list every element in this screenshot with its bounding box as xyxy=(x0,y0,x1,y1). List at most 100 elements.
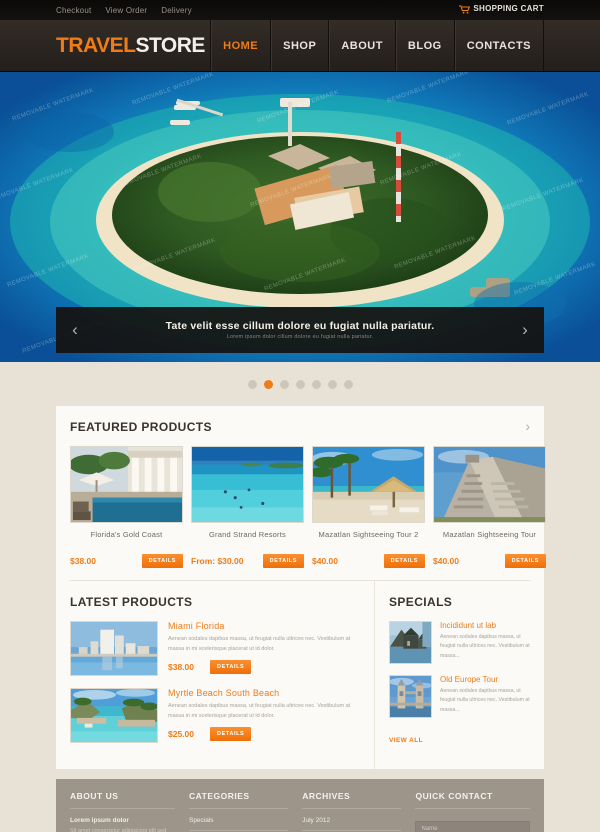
product-price: From: $30.00 xyxy=(191,556,244,566)
special-description: Aenean sodales dapibus massa, ut feugiat… xyxy=(440,634,530,659)
topbar-link-checkout[interactable]: Checkout xyxy=(56,6,91,15)
latest-products-title: LATEST PRODUCTS xyxy=(70,595,193,609)
slider-pagination xyxy=(0,362,600,406)
specials-section: SPECIALS Incididunt ut lab Aenean sodale… xyxy=(374,581,544,769)
latest-product-body: Myrtle Beach South Beach Aenean sodales … xyxy=(168,688,360,743)
product-name: Mazatlan Sightseeing Tour 2 xyxy=(318,530,419,539)
product-name: Florida's Gold Coast xyxy=(90,530,163,539)
latest-product-description: Aenean sodales dapibus massa, ut feugiat… xyxy=(168,636,351,652)
nav-item-blog[interactable]: BLOG xyxy=(394,20,454,71)
footer-archive-item[interactable]: July 2012 xyxy=(302,817,402,831)
footer-contact-title: QUICK CONTACT xyxy=(415,791,530,809)
slider-dot-6[interactable] xyxy=(327,379,337,389)
product-footer: From: $30.00 DETAILS xyxy=(191,554,304,568)
hero-caption-subtitle: Lorem ipsum dolor cillum dolore eu fugia… xyxy=(226,334,374,340)
special-item[interactable]: Incididunt ut lab Aenean sodales dapibus… xyxy=(389,621,530,664)
featured-products-section: FEATURED PRODUCTS › Florida's Gold Coast… xyxy=(56,406,546,580)
latest-product-price: $38.00 xyxy=(168,662,194,673)
site-logo[interactable]: TRAVELSTORE xyxy=(56,34,205,58)
footer-archives-title: ARCHIVES xyxy=(302,791,402,809)
footer-about-lead: Lorem ipsum dolor xyxy=(70,817,129,824)
logo-part-travel: TRAVEL xyxy=(56,33,136,57)
specials-title: SPECIALS xyxy=(389,595,453,609)
topbar-link-view-order[interactable]: View Order xyxy=(105,6,147,15)
main-navigation: HOME SHOP ABOUT BLOG CONTACTS xyxy=(210,20,544,71)
shopping-cart-icon xyxy=(459,4,471,14)
footer-category-item[interactable]: Specials xyxy=(188,817,289,831)
product-card[interactable]: Mazatlan Sightseeing Tour 2 $40.00 DETAI… xyxy=(312,446,425,568)
product-details-button[interactable]: DETAILS xyxy=(504,554,546,568)
latest-product-item[interactable]: Miami Florida Aenean sodales dapibus mas… xyxy=(70,621,360,676)
special-name[interactable]: Incididunt ut lab xyxy=(440,621,530,630)
hero-slider: REMOVABLE WATERMARK REMOVABLE WATERMARK … xyxy=(0,72,600,362)
slider-dot-7[interactable] xyxy=(343,379,353,389)
slider-dot-4[interactable] xyxy=(295,379,305,389)
footer-about-text: Sit amet consectetur adipisicing elit se… xyxy=(70,828,167,832)
slider-next-button[interactable]: › xyxy=(508,307,542,353)
product-card[interactable]: Grand Strand Resorts From: $30.00 DETAIL… xyxy=(191,446,304,568)
product-price: $40.00 xyxy=(433,556,459,566)
footer-about-title: ABOUT US xyxy=(70,791,175,809)
special-name[interactable]: Old Europe Tour xyxy=(440,675,530,684)
product-thumbnail-turquoise-water xyxy=(191,446,304,523)
latest-product-details-button[interactable]: DETAILS xyxy=(210,660,252,675)
topbar-link-delivery[interactable]: Delivery xyxy=(161,6,192,15)
shopping-cart-button[interactable]: SHOPPING CART xyxy=(459,4,544,14)
nav-item-contacts[interactable]: CONTACTS xyxy=(453,20,544,71)
special-body: Old Europe Tour Aenean sodales dapibus m… xyxy=(440,675,530,718)
hero-caption-text: Tate velit esse cillum dolore eu fugiat … xyxy=(126,320,475,340)
featured-products-title: FEATURED PRODUCTS xyxy=(70,420,212,434)
special-description: Aenean sodales dapibus massa, ut feugiat… xyxy=(440,688,530,713)
footer-column-quick-contact: QUICK CONTACT xyxy=(415,791,530,832)
slider-dot-2[interactable] xyxy=(263,379,273,389)
content-wrapper: FEATURED PRODUCTS › Florida's Gold Coast… xyxy=(56,406,546,769)
slider-dot-1[interactable] xyxy=(247,379,257,389)
hero-caption-title: Tate velit esse cillum dolore eu fugiat … xyxy=(165,320,435,332)
latest-product-price: $25.00 xyxy=(168,729,194,740)
product-details-button[interactable]: DETAILS xyxy=(262,554,304,568)
contact-name-input[interactable] xyxy=(415,821,530,832)
slider-dot-5[interactable] xyxy=(311,379,321,389)
latest-product-item[interactable]: Myrtle Beach South Beach Aenean sodales … xyxy=(70,688,360,743)
footer-categories-title: CATEGORIES xyxy=(188,791,289,809)
latest-thumbnail-rocky-beach-cove xyxy=(70,688,158,743)
shopping-cart-label: SHOPPING CART xyxy=(473,4,544,13)
latest-product-description: Aenean sodales dapibus massa, ut feugiat… xyxy=(168,703,351,719)
latest-product-body: Miami Florida Aenean sodales dapibus mas… xyxy=(168,621,360,676)
product-price: $40.00 xyxy=(312,556,338,566)
product-price: $38.00 xyxy=(70,556,96,566)
nav-item-shop[interactable]: SHOP xyxy=(270,20,328,71)
slider-prev-button[interactable]: ‹ xyxy=(58,307,92,353)
product-thumbnail-resort-pool xyxy=(70,446,183,523)
product-name: Grand Strand Resorts xyxy=(209,530,286,539)
product-card[interactable]: Florida's Gold Coast $38.00 DETAILS xyxy=(70,446,183,568)
footer-column-about: ABOUT US Lorem ipsum dolor Sit amet cons… xyxy=(70,791,189,832)
special-thumbnail-lake-castle xyxy=(389,621,432,664)
specials-view-all-link[interactable]: VIEW ALL xyxy=(389,737,423,744)
content-panel: FEATURED PRODUCTS › Florida's Gold Coast… xyxy=(56,406,546,769)
product-card[interactable]: Mazatlan Sightseeing Tour $40.00 DETAILS xyxy=(433,446,546,568)
latest-product-footer: $38.00 DETAILS xyxy=(168,660,360,675)
top-bar-links: Checkout View Order Delivery xyxy=(56,6,192,15)
site-header: TRAVELSTORE HOME SHOP ABOUT BLOG CONTACT… xyxy=(0,20,600,72)
nav-item-home[interactable]: HOME xyxy=(210,20,270,71)
product-details-button[interactable]: DETAILS xyxy=(141,554,183,568)
product-details-button[interactable]: DETAILS xyxy=(383,554,425,568)
latest-products-section: LATEST PRODUCTS Miami Florida Aenean sod… xyxy=(56,581,374,769)
chevron-right-icon: › xyxy=(525,418,530,434)
product-name: Mazatlan Sightseeing Tour xyxy=(442,530,537,539)
site-footer: ABOUT US Lorem ipsum dolor Sit amet cons… xyxy=(56,779,544,832)
product-footer: $40.00 DETAILS xyxy=(312,554,425,568)
footer-spacer xyxy=(0,769,600,779)
latest-product-name[interactable]: Myrtle Beach South Beach xyxy=(168,688,360,698)
featured-products-row: Florida's Gold Coast $38.00 DETAILS Gran… xyxy=(70,446,546,568)
special-item[interactable]: Old Europe Tour Aenean sodales dapibus m… xyxy=(389,675,530,718)
lower-sections: LATEST PRODUCTS Miami Florida Aenean sod… xyxy=(56,581,544,769)
latest-thumbnail-miami-skyline xyxy=(70,621,158,676)
featured-next-button[interactable]: › xyxy=(525,418,530,434)
footer-column-archives: ARCHIVES July 2012 xyxy=(302,791,415,832)
latest-product-name[interactable]: Miami Florida xyxy=(168,621,360,631)
slider-dot-3[interactable] xyxy=(279,379,289,389)
nav-item-about[interactable]: ABOUT xyxy=(328,20,395,71)
latest-product-details-button[interactable]: DETAILS xyxy=(210,727,252,742)
